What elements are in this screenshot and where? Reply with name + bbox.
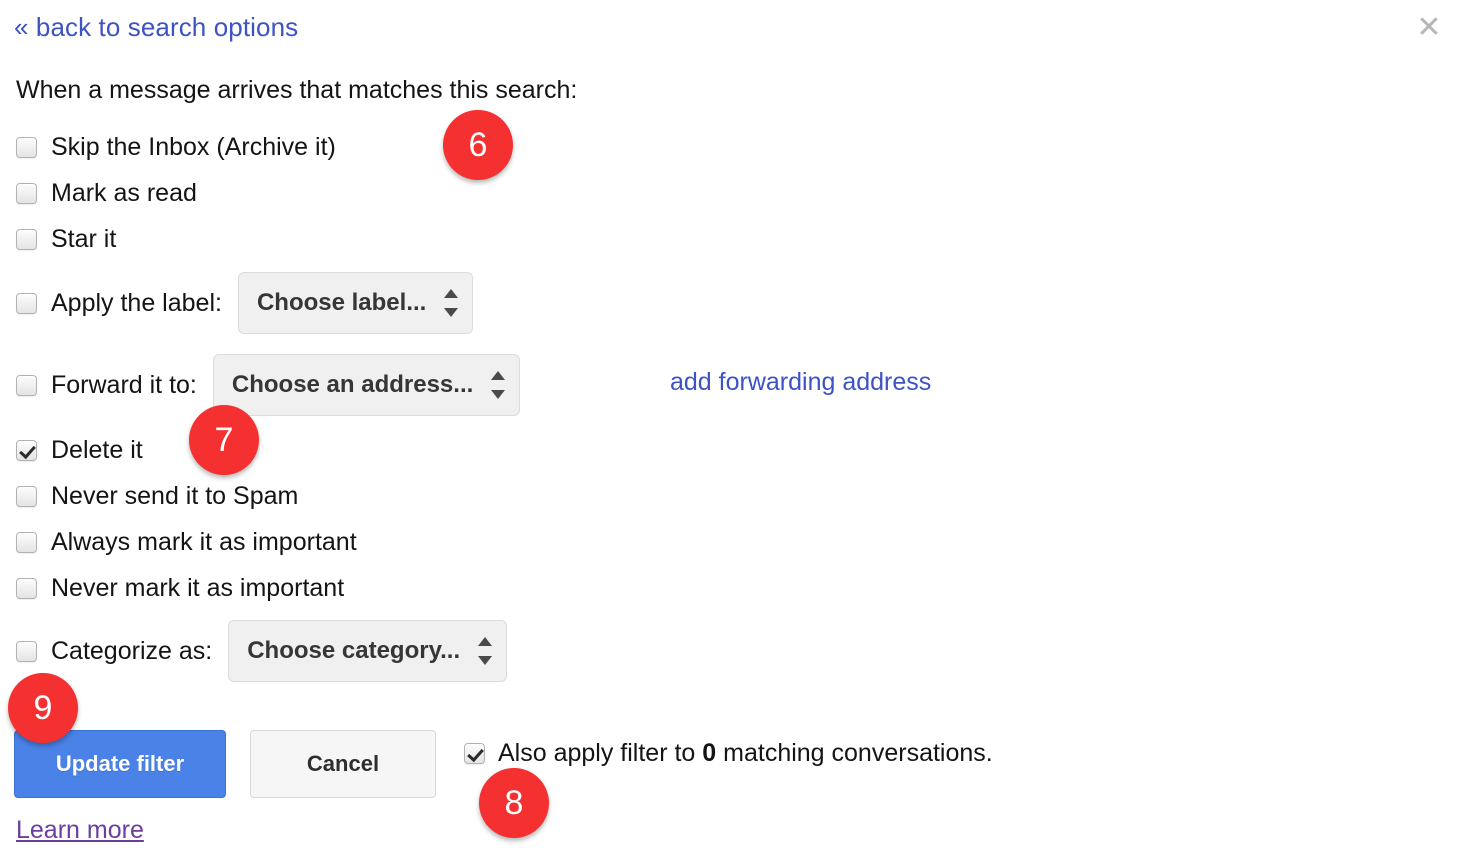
checkbox-forward-to[interactable] [16,374,37,396]
chevron-updown-icon [478,636,493,666]
learn-more-link[interactable]: Learn more [16,816,144,845]
option-label-star-it: Star it [51,225,117,253]
option-row-categorize-as[interactable]: Categorize as: Choose category... [16,620,508,682]
option-label-never-important: Never mark it as important [51,574,345,602]
checkbox-categorize-as[interactable] [16,640,37,662]
option-row-never-important[interactable]: Never mark it as important [16,573,344,603]
option-row-mark-as-read[interactable]: Mark as read [16,178,197,208]
option-row-never-spam[interactable]: Never send it to Spam [16,481,298,511]
option-label-skip-inbox: Skip the Inbox (Archive it) [51,133,336,161]
option-label-categorize-as: Categorize as: [51,637,213,665]
category-select-value: Choose category... [247,637,461,664]
checkbox-never-important[interactable] [16,577,37,599]
checkbox-also-apply-filter[interactable] [464,743,485,764]
option-row-star-it[interactable]: Star it [16,224,116,254]
forward-address-select-value: Choose an address... [231,371,474,398]
apply-filter-text-before: Also apply filter to [498,739,696,767]
step-badge-6: 6 [443,110,513,180]
apply-filter-count: 0 [702,739,717,767]
option-label-delete-it: Delete it [51,436,143,464]
chevron-updown-icon [491,370,506,400]
option-label-always-important: Always mark it as important [51,528,357,556]
checkbox-skip-inbox[interactable] [16,136,37,158]
option-row-forward-to[interactable]: Forward it to: Choose an address... [16,354,521,416]
option-label-forward-to: Forward it to: [51,371,197,399]
add-forwarding-address-link[interactable]: add forwarding address [670,368,931,397]
checkbox-delete-it[interactable] [16,439,37,461]
option-label-apply-label: Apply the label: [51,289,222,317]
apply-filter-row[interactable]: Also apply filter to 0 matching conversa… [464,739,993,768]
checkbox-always-important[interactable] [16,531,37,553]
option-row-apply-label[interactable]: Apply the label: Choose label... [16,272,474,334]
step-badge-7: 7 [189,405,259,475]
checkbox-mark-as-read[interactable] [16,182,37,204]
category-select[interactable]: Choose category... [228,620,508,682]
checkbox-star-it[interactable] [16,228,37,250]
option-row-skip-inbox[interactable]: Skip the Inbox (Archive it) [16,132,336,162]
close-icon[interactable]: ✕ [1412,11,1446,45]
option-label-mark-as-read: Mark as read [51,179,197,207]
apply-filter-text-after: matching conversations. [723,739,993,767]
checkbox-apply-label[interactable] [16,292,37,314]
label-select[interactable]: Choose label... [237,272,474,334]
cancel-button[interactable]: Cancel [250,730,436,798]
option-label-never-spam: Never send it to Spam [51,482,299,510]
forward-address-select[interactable]: Choose an address... [212,354,521,416]
option-row-always-important[interactable]: Always mark it as important [16,527,357,557]
page-title: When a message arrives that matches this… [16,76,578,104]
step-badge-8: 8 [479,768,549,838]
back-to-search-options-link[interactable]: « back to search options [14,12,298,43]
option-row-delete-it[interactable]: Delete it [16,435,143,465]
apply-filter-label: Also apply filter to 0 matching conversa… [498,739,993,768]
step-badge-9: 9 [8,673,78,743]
chevron-updown-icon [444,288,459,318]
checkbox-never-spam[interactable] [16,485,37,507]
label-select-value: Choose label... [256,289,427,316]
